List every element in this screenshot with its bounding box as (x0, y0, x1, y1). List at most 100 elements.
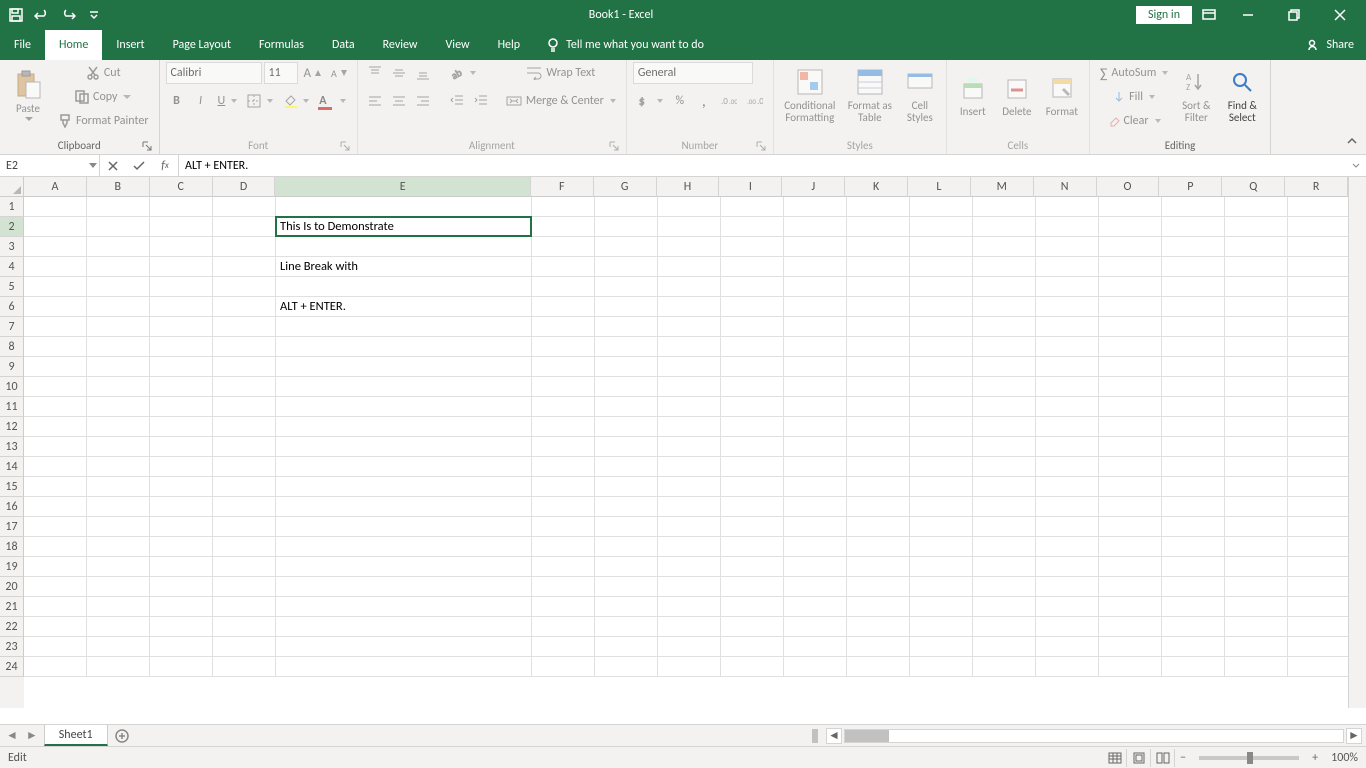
sheet-split-handle[interactable] (812, 729, 818, 743)
row-header-18[interactable]: 18 (0, 537, 24, 557)
sign-in-button[interactable]: Sign in (1136, 6, 1192, 24)
row-header-6[interactable]: 6 (0, 297, 24, 317)
row-header-20[interactable]: 20 (0, 577, 24, 597)
increase-indent-button[interactable] (470, 90, 492, 112)
sort-filter-button[interactable]: AZ Sort & Filter (1176, 62, 1216, 128)
borders-button[interactable] (243, 90, 277, 112)
insert-cells-button[interactable]: Insert (953, 62, 993, 128)
col-header-I[interactable]: I (719, 177, 782, 197)
tab-data[interactable]: Data (318, 30, 369, 60)
row-header-19[interactable]: 19 (0, 557, 24, 577)
sheet-next-button[interactable]: ► (26, 728, 38, 743)
conditional-formatting-button[interactable]: Conditional Formatting (780, 62, 840, 128)
col-header-F[interactable]: F (531, 177, 594, 197)
merge-center-button[interactable]: Merge & Center (502, 90, 620, 112)
tell-me-search[interactable]: Tell me what you want to do (534, 30, 716, 60)
col-header-B[interactable]: B (87, 177, 150, 197)
redo-button[interactable] (56, 3, 80, 27)
col-header-O[interactable]: O (1097, 177, 1160, 197)
view-page-break-button[interactable] (1151, 749, 1175, 767)
col-header-L[interactable]: L (908, 177, 971, 197)
formula-enter-button[interactable] (126, 155, 152, 176)
col-header-N[interactable]: N (1034, 177, 1097, 197)
row-header-9[interactable]: 9 (0, 357, 24, 377)
row-header-11[interactable]: 11 (0, 397, 24, 417)
alignment-launcher[interactable] (608, 140, 620, 152)
zoom-slider[interactable] (1199, 756, 1299, 760)
row-header-21[interactable]: 21 (0, 597, 24, 617)
accounting-format-button[interactable]: $ (633, 90, 667, 112)
col-header-M[interactable]: M (971, 177, 1034, 197)
font-launcher[interactable] (339, 140, 351, 152)
share-button[interactable]: Share (1296, 30, 1366, 60)
sheet-tab-active[interactable]: Sheet1 (44, 725, 108, 746)
find-select-button[interactable]: Find & Select (1220, 62, 1264, 128)
orientation-button[interactable]: ab (446, 62, 480, 84)
number-launcher[interactable] (755, 140, 767, 152)
clear-button[interactable]: Clear (1096, 110, 1172, 132)
ribbon-display-options-button[interactable] (1194, 3, 1224, 27)
format-cells-button[interactable]: Format (1041, 62, 1083, 128)
format-painter-button[interactable]: Format Painter (54, 110, 153, 132)
name-box[interactable]: E2 (0, 155, 100, 176)
tab-insert[interactable]: Insert (102, 30, 158, 60)
row-header-1[interactable]: 1 (0, 197, 24, 217)
row-header-23[interactable]: 23 (0, 637, 24, 657)
sheet-prev-button[interactable]: ◄ (6, 728, 18, 743)
col-header-D[interactable]: D (213, 177, 276, 197)
collapse-ribbon-button[interactable] (1342, 132, 1362, 152)
row-header-22[interactable]: 22 (0, 617, 24, 637)
cell-styles-button[interactable]: Cell Styles (900, 62, 940, 128)
zoom-out-button[interactable]: − (1175, 751, 1191, 765)
row-header-10[interactable]: 10 (0, 377, 24, 397)
tab-home[interactable]: Home (45, 30, 102, 60)
decrease-decimal-button[interactable]: .00.0 (743, 90, 767, 112)
decrease-indent-button[interactable] (446, 90, 468, 112)
row-header-24[interactable]: 24 (0, 657, 24, 677)
tab-help[interactable]: Help (484, 30, 535, 60)
row-header-14[interactable]: 14 (0, 457, 24, 477)
col-header-A[interactable]: A (24, 177, 87, 197)
col-header-E[interactable]: E (275, 177, 530, 197)
row-header-3[interactable]: 3 (0, 237, 24, 257)
format-as-table-button[interactable]: Format as Table (844, 62, 896, 128)
row-header-7[interactable]: 7 (0, 317, 24, 337)
row-header-12[interactable]: 12 (0, 417, 24, 437)
zoom-level[interactable]: 100% (1331, 751, 1358, 765)
hscroll-left-button[interactable]: ◄ (826, 728, 842, 744)
row-header-2[interactable]: 2 (0, 217, 24, 237)
row-header-17[interactable]: 17 (0, 517, 24, 537)
row-header-16[interactable]: 16 (0, 497, 24, 517)
col-header-J[interactable]: J (782, 177, 845, 197)
fill-button[interactable]: Fill (1096, 86, 1172, 108)
save-button[interactable] (4, 3, 28, 27)
underline-button[interactable]: U (214, 90, 242, 112)
tab-view[interactable]: View (432, 30, 484, 60)
decrease-font-button[interactable]: A (327, 62, 351, 84)
comma-button[interactable]: , (693, 90, 715, 112)
italic-button[interactable]: I (190, 90, 212, 112)
col-header-P[interactable]: P (1159, 177, 1222, 197)
increase-font-button[interactable]: A (300, 62, 326, 84)
tab-formulas[interactable]: Formulas (245, 30, 318, 60)
vertical-scrollbar[interactable] (1348, 177, 1366, 708)
align-center-button[interactable] (388, 90, 410, 112)
row-header-4[interactable]: 4 (0, 257, 24, 277)
fx-icon[interactable]: fx (152, 159, 178, 173)
delete-cells-button[interactable]: Delete (997, 62, 1037, 128)
qat-customize-button[interactable] (82, 3, 106, 27)
align-right-button[interactable] (412, 90, 434, 112)
col-header-C[interactable]: C (150, 177, 213, 197)
autosum-button[interactable]: ∑AutoSum (1096, 62, 1172, 84)
row-header-13[interactable]: 13 (0, 437, 24, 457)
select-all-corner[interactable] (0, 177, 24, 197)
view-normal-button[interactable] (1103, 749, 1127, 767)
tab-review[interactable]: Review (369, 30, 432, 60)
col-header-Q[interactable]: Q (1222, 177, 1285, 197)
formula-cancel-button[interactable] (100, 155, 126, 176)
font-size-combo[interactable] (264, 62, 298, 84)
hscroll-right-button[interactable]: ► (1346, 728, 1362, 744)
increase-decimal-button[interactable]: .0.00 (717, 90, 741, 112)
percent-button[interactable]: % (669, 90, 691, 112)
hscroll-track[interactable] (844, 729, 1344, 743)
